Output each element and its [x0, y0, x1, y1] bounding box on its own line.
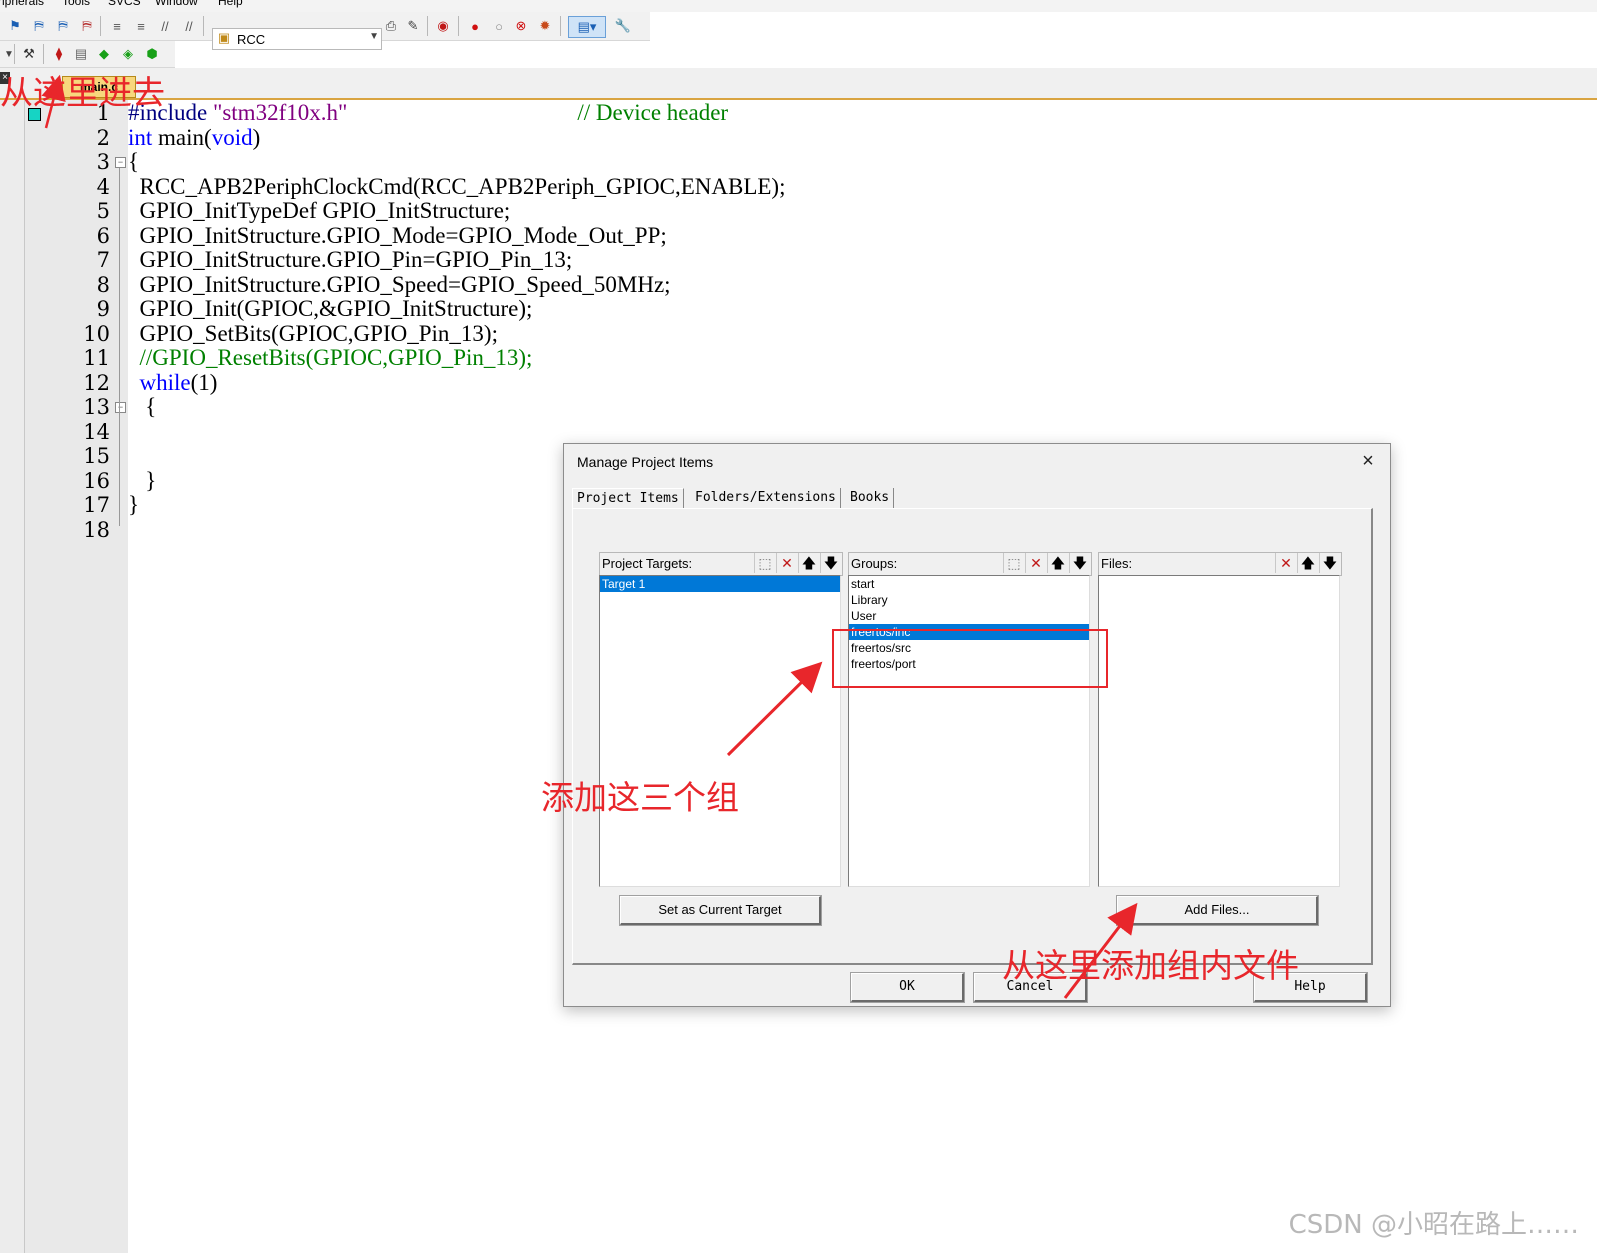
annotation-enter-here: 从这里进去: [0, 73, 165, 112]
watermark: CSDN @小昭在路上……: [1288, 1210, 1579, 1240]
annotation-add-groups: 添加这三个组: [541, 778, 739, 817]
annotation-add-files: 从这里添加组内文件: [1002, 946, 1299, 985]
arrow-to-groups: [726, 661, 823, 757]
annotation-arrows: [41, 74, 1138, 999]
